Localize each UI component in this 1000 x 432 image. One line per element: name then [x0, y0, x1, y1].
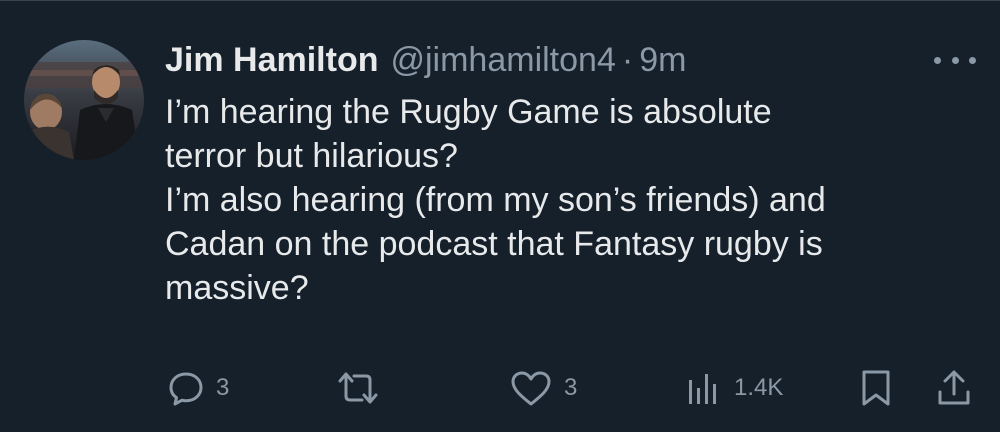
reply-button[interactable]: 3	[166, 362, 229, 414]
views-button[interactable]: 1.4K	[684, 362, 783, 414]
tweet-header: Jim Hamilton @jimhamilton4 · 9m	[165, 38, 686, 82]
retweet-icon	[338, 372, 378, 404]
more-dot	[934, 56, 941, 64]
views-count: 1.4K	[734, 374, 784, 401]
like-button[interactable]: 3	[508, 362, 577, 414]
share-icon	[938, 370, 970, 405]
bookmark-button[interactable]	[856, 362, 896, 414]
more-dot	[951, 56, 959, 64]
tweet-line: I’m hearing the Rugby Game is absolute	[165, 93, 772, 131]
avatar[interactable]	[24, 40, 144, 160]
tweet-line: Cadan on the podcast that Fantasy rugby …	[165, 225, 823, 263]
tweet-line: massive?	[165, 269, 309, 307]
retweet-button[interactable]	[334, 362, 392, 414]
top-divider	[0, 0, 1000, 1]
timestamp[interactable]: 9m	[639, 38, 686, 82]
more-options-icon[interactable]	[934, 52, 976, 68]
views-icon	[689, 374, 716, 404]
tweet-text: I’m hearing the Rugby Game is absolute t…	[165, 90, 985, 310]
tweet-line: I’m also hearing (from my son’s friends)…	[165, 181, 826, 219]
author-name[interactable]: Jim Hamilton	[165, 38, 378, 82]
reply-icon	[169, 372, 203, 406]
author-handle[interactable]: @jimhamilton4	[390, 38, 615, 82]
separator-dot: ·	[621, 41, 634, 79]
bookmark-icon	[862, 370, 890, 406]
share-button[interactable]	[934, 362, 974, 414]
more-dot	[969, 56, 976, 64]
tweet-line: terror but hilarious?	[165, 137, 458, 175]
reply-count: 3	[216, 374, 230, 401]
action-bar: 3 3 1.4K	[0, 362, 1000, 414]
heart-icon	[511, 371, 551, 406]
like-count: 3	[564, 374, 578, 401]
